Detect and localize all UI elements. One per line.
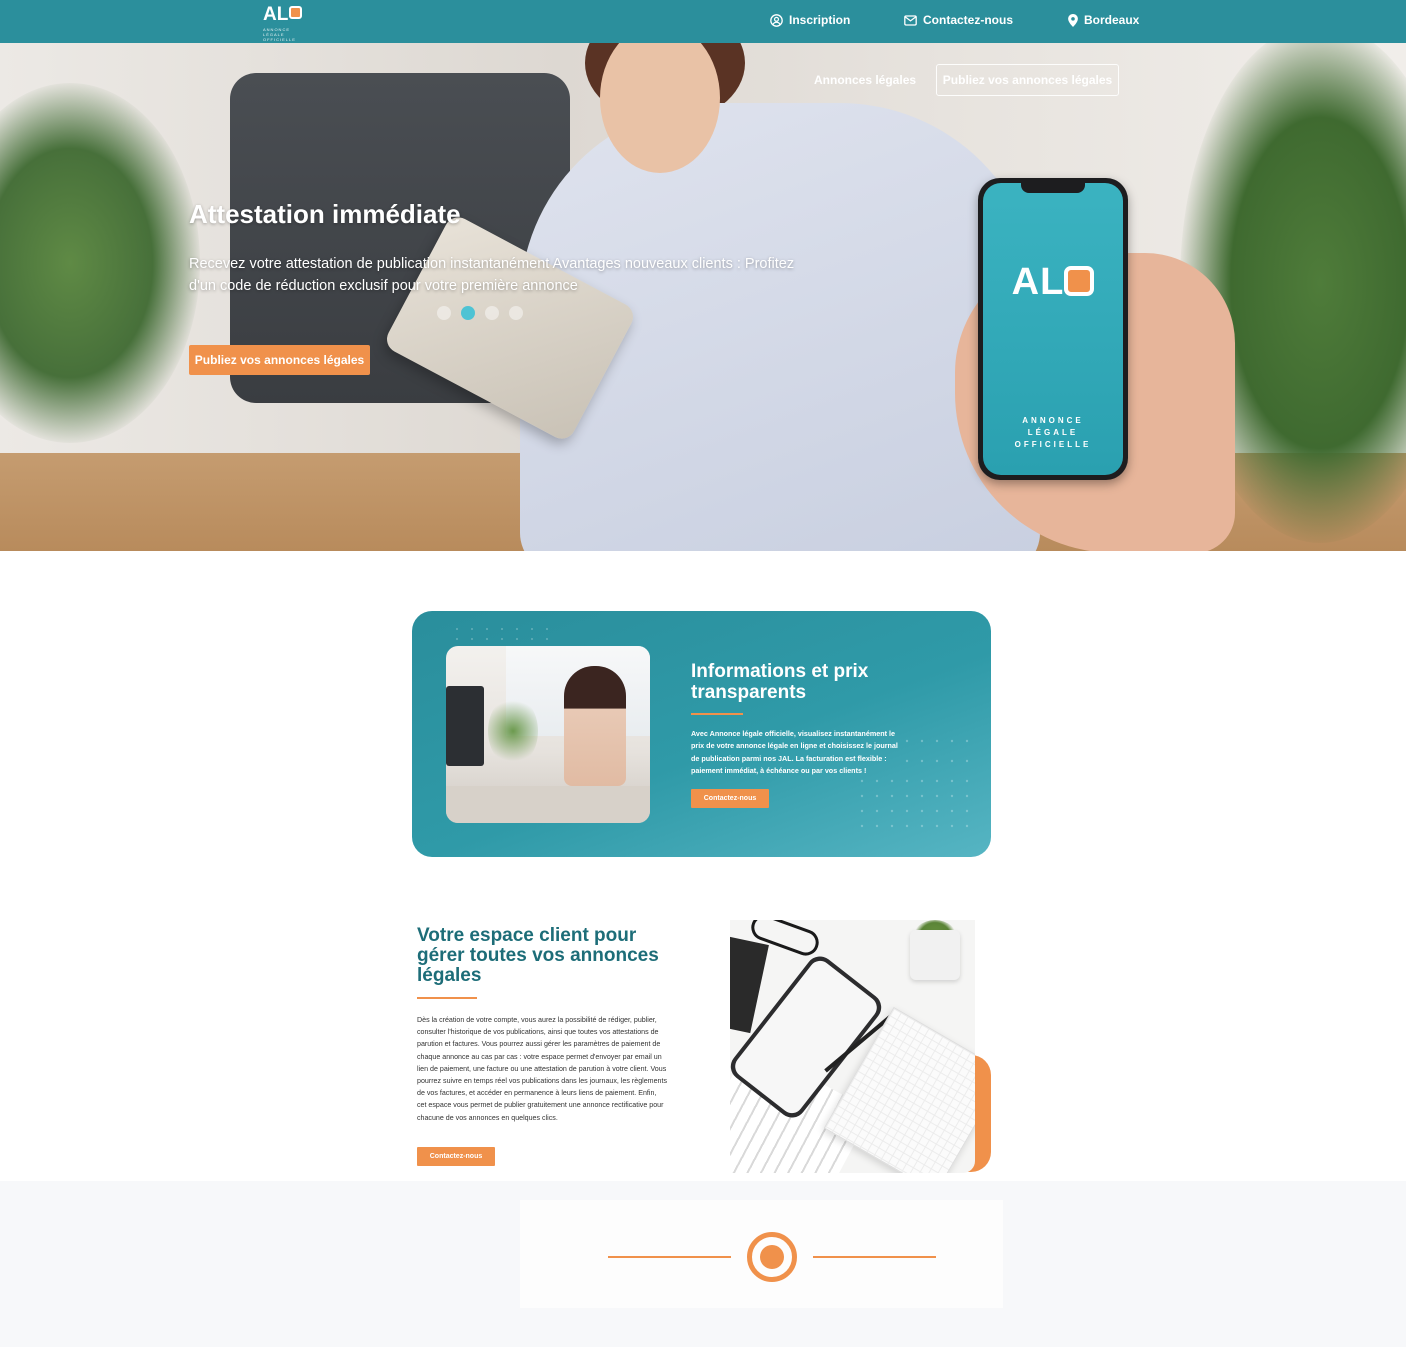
bottom-divider-left (608, 1256, 731, 1258)
plant-image (488, 696, 538, 766)
phone-logo-subtitle: ANNONCE LÉGALE OFFICIELLE (1014, 416, 1092, 449)
user-circle-icon (770, 13, 783, 27)
carousel-dot-active[interactable] (461, 306, 475, 320)
carousel-dot[interactable] (509, 306, 523, 320)
client-title: Votre espace client pour gérer toutes vo… (417, 925, 659, 986)
envelope-icon (904, 14, 917, 26)
hero-description: Recevez votre attestation de publication… (189, 256, 795, 294)
nav-location-label: Bordeaux (1084, 13, 1140, 27)
info-card: Informations et prix transparents Avec A… (412, 611, 991, 857)
client-divider (417, 997, 477, 999)
desk-flatlay-photo (730, 920, 975, 1173)
monitor-image (446, 686, 484, 766)
nav-annonces-legales[interactable]: Annonces légales (814, 73, 916, 87)
site-logo[interactable]: AL ANNONCE LÉGALE OFFICIELLE (263, 4, 311, 42)
hero-banner: AL ANNONCE LÉGALE OFFICIELLE Annonces lé… (0, 43, 1406, 551)
nav-contact-label: Contactez-nous (923, 13, 1013, 27)
desk-image (446, 786, 650, 823)
map-pin-icon (1068, 13, 1078, 27)
target-icon-core (760, 1245, 784, 1269)
nav-inscription-label: Inscription (789, 13, 851, 27)
info-divider (691, 713, 743, 715)
top-bar: AL ANNONCE LÉGALE OFFICIELLE Inscription… (0, 0, 1406, 43)
phone-notch (1021, 183, 1085, 193)
carousel-dot[interactable] (437, 306, 451, 320)
info-contact-button[interactable]: Contactez-nous (691, 789, 769, 808)
nav-contact[interactable]: Contactez-nous (904, 13, 1013, 27)
carousel-dots (437, 306, 523, 320)
bottom-divider-right (813, 1256, 936, 1258)
target-icon (747, 1232, 797, 1282)
pot-image (910, 930, 960, 980)
info-title: Informations et prix transparents (691, 661, 869, 703)
carousel-dot[interactable] (485, 306, 499, 320)
client-text: Dès la création de votre compte, vous au… (417, 1016, 667, 1122)
bottom-section (0, 1181, 1406, 1347)
phone-logo: AL (983, 261, 1123, 304)
woman-reading-image (564, 666, 626, 786)
office-woman-photo (446, 646, 650, 823)
client-contact-button[interactable]: Contactez-nous (417, 1147, 495, 1166)
phone-screen: AL ANNONCE LÉGALE OFFICIELLE (983, 183, 1123, 475)
info-text: Avec Annonce légale officielle, visualis… (691, 729, 898, 775)
hero-publish-button[interactable]: Publiez vos annonces légales (189, 345, 370, 375)
nav-inscription[interactable]: Inscription (770, 13, 850, 27)
logo-text: AL (263, 4, 289, 25)
logo-subtitle: ANNONCE LÉGALE OFFICIELLE (263, 27, 296, 42)
logo-square-icon (289, 6, 303, 19)
nav-location[interactable]: Bordeaux (1068, 13, 1139, 27)
hero-title: Attestation immédiate (189, 199, 461, 229)
phone-logo-text: AL (1011, 261, 1065, 303)
phone-mockup: AL ANNONCE LÉGALE OFFICIELLE (978, 178, 1128, 480)
publish-outline-button[interactable]: Publiez vos annonces légales (936, 64, 1119, 96)
logo-square-icon (1064, 266, 1095, 296)
